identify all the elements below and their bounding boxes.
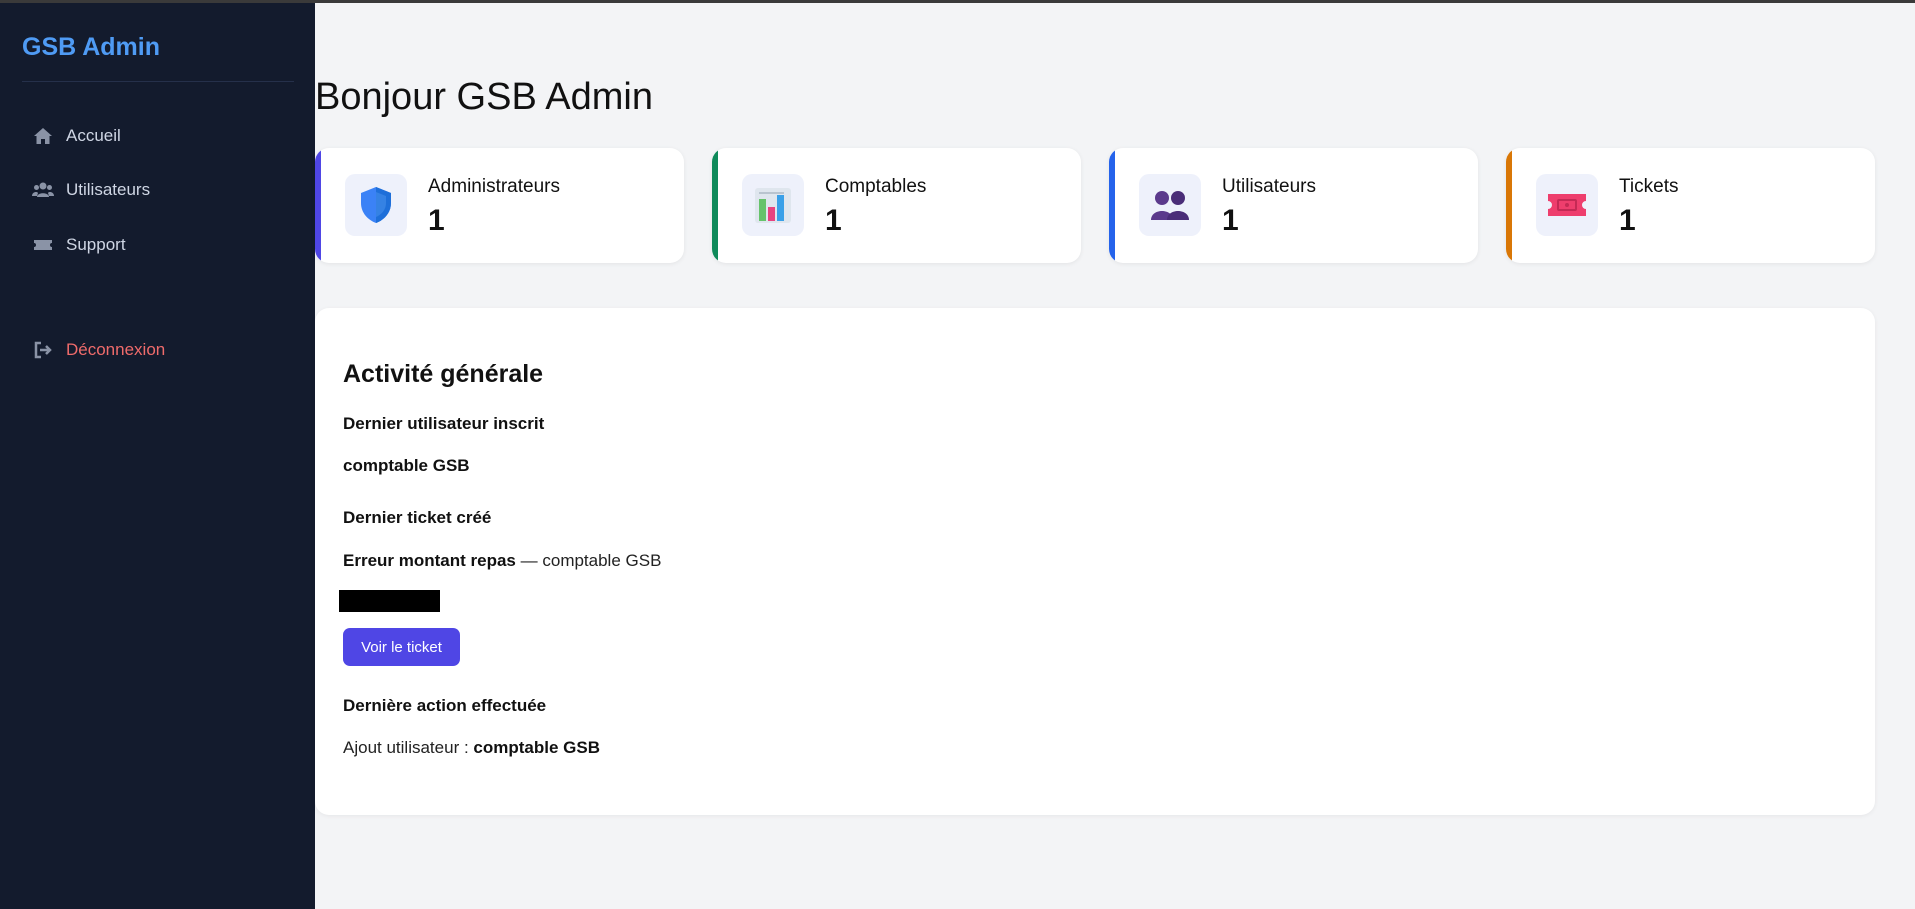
last-ticket-title: Erreur montant repas xyxy=(343,551,516,570)
view-ticket-button[interactable]: Voir le ticket xyxy=(343,628,460,666)
card-accent-bar xyxy=(1506,148,1512,263)
home-icon xyxy=(32,126,54,146)
ticket-icon xyxy=(1536,174,1598,236)
card-label: Administrateurs xyxy=(428,176,560,197)
sidebar-item-support[interactable]: Support xyxy=(32,230,126,260)
users-icon xyxy=(1139,174,1201,236)
separator: — xyxy=(520,551,538,570)
bar-chart-icon xyxy=(742,174,804,236)
sidebar-divider xyxy=(22,81,294,82)
card-accent-bar xyxy=(315,148,321,263)
last-action-target: comptable GSB xyxy=(473,738,601,757)
brand-logo[interactable]: GSB Admin xyxy=(22,33,160,62)
card-accent-bar xyxy=(712,148,718,263)
card-value: 1 xyxy=(825,204,842,237)
last-action-prefix: Ajout utilisateur : xyxy=(343,738,469,757)
stat-card-administrateurs[interactable]: Administrateurs 1 xyxy=(315,148,684,263)
card-value: 1 xyxy=(1619,204,1636,237)
sidebar-item-label: Support xyxy=(66,235,126,254)
last-ticket-line: Erreur montant repas — comptable GSB xyxy=(343,551,661,571)
sidebar-item-utilisateurs[interactable]: Utilisateurs xyxy=(32,175,150,205)
logout-icon xyxy=(32,340,54,360)
last-action-heading: Dernière action effectuée xyxy=(343,696,547,715)
activity-title: Activité générale xyxy=(343,360,544,388)
stat-card-tickets[interactable]: Tickets 1 xyxy=(1506,148,1875,263)
card-accent-bar xyxy=(1109,148,1115,263)
last-ticket-author: comptable GSB xyxy=(542,551,662,570)
page-title: Bonjour GSB Admin xyxy=(315,76,653,118)
last-action-line: Ajout utilisateur : comptable GSB xyxy=(343,738,600,758)
stat-card-comptables[interactable]: Comptables 1 xyxy=(712,148,1081,263)
activity-panel: Activité générale Dernier utilisateur in… xyxy=(315,308,1875,815)
sidebar-item-label: Déconnexion xyxy=(66,340,166,359)
sidebar-item-logout[interactable]: Déconnexion xyxy=(32,335,165,365)
shield-icon xyxy=(345,174,407,236)
users-icon xyxy=(32,180,54,200)
sidebar-item-label: Accueil xyxy=(66,126,121,145)
card-label: Utilisateurs xyxy=(1222,176,1316,197)
stat-card-utilisateurs[interactable]: Utilisateurs 1 xyxy=(1109,148,1478,263)
redacted-block xyxy=(339,590,440,612)
card-label: Comptables xyxy=(825,176,927,197)
window-top-border xyxy=(0,0,1915,3)
card-value: 1 xyxy=(428,204,445,237)
sidebar-item-accueil[interactable]: Accueil xyxy=(32,121,121,151)
ticket-icon xyxy=(32,235,54,255)
card-value: 1 xyxy=(1222,204,1239,237)
last-user-value: comptable GSB xyxy=(343,456,470,475)
last-ticket-heading: Dernier ticket créé xyxy=(343,508,492,527)
sidebar-item-label: Utilisateurs xyxy=(66,180,151,199)
sidebar: GSB Admin Accueil Utilisateurs Support D… xyxy=(0,0,315,909)
card-label: Tickets xyxy=(1619,176,1679,197)
last-user-name: comptable GSB xyxy=(343,456,470,476)
last-user-heading: Dernier utilisateur inscrit xyxy=(343,414,545,433)
